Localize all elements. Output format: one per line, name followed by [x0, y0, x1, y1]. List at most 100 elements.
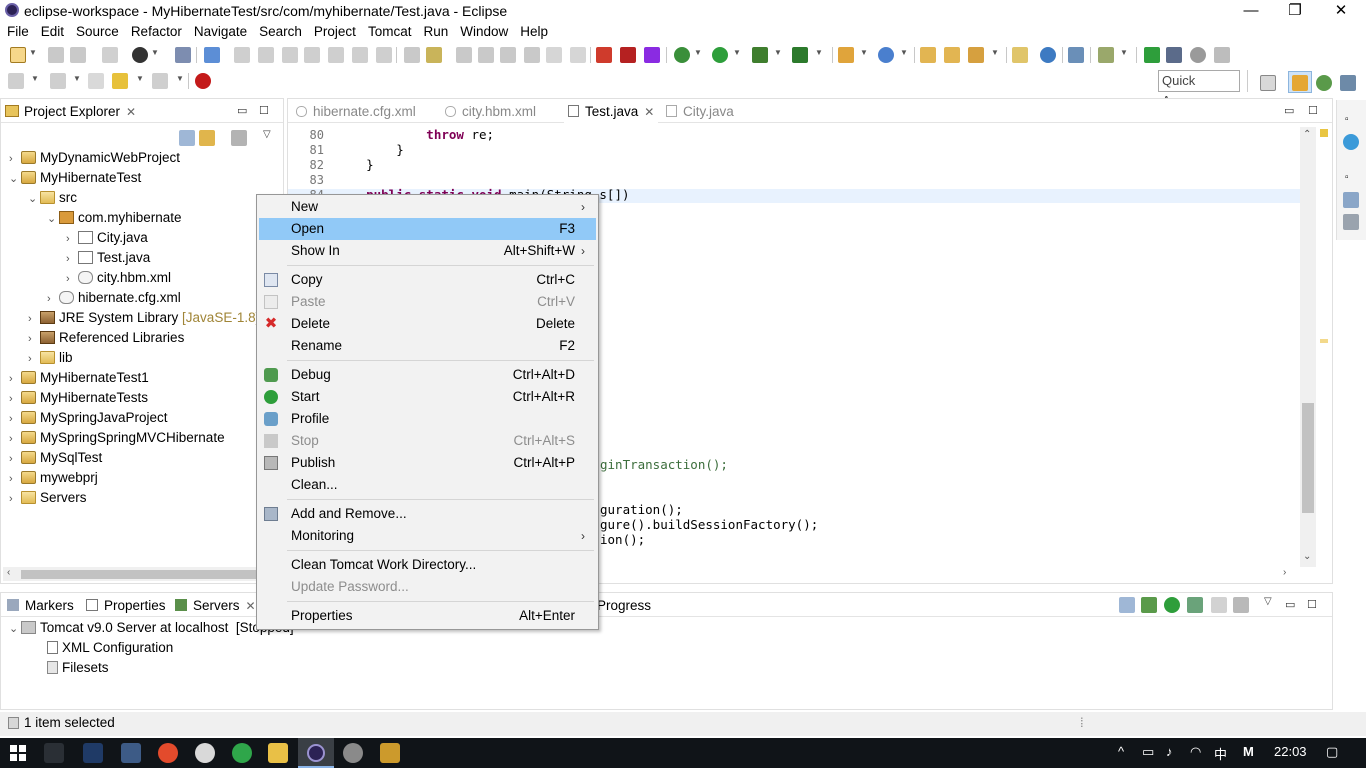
stop-server-icon[interactable] [1211, 597, 1227, 613]
menu-item-monitoring[interactable]: Monitoring › [259, 525, 596, 547]
debug-perspective-icon[interactable] [1316, 75, 1332, 91]
tree-item-lib[interactable]: › lib [28, 348, 73, 368]
code-fragment[interactable]: guration(); [600, 502, 683, 517]
menu-item-clean[interactable]: Clean... [259, 474, 596, 496]
profile-run-icon[interactable] [1166, 47, 1182, 63]
ime-mode-indicator[interactable]: M [1243, 744, 1254, 759]
start-server-icon[interactable] [1164, 597, 1180, 613]
maximize-view-icon[interactable]: ☐ [259, 104, 269, 117]
tomcat-restart-icon[interactable] [644, 47, 660, 63]
minimize-view-icon[interactable]: ▭ [237, 104, 247, 117]
menu-refactor[interactable]: Refactor [124, 22, 187, 42]
last-edit-location-icon[interactable] [88, 73, 104, 89]
redhat-icon[interactable] [195, 73, 211, 89]
menu-item-add-and-remove[interactable]: Add and Remove... [259, 503, 596, 525]
code-fragment[interactable]: gure().buildSessionFactory(); [600, 517, 818, 532]
server-child-xml-configuration[interactable]: XML Configuration [47, 638, 173, 658]
java-perspective-icon[interactable] [1340, 75, 1356, 91]
file-explorer-icon[interactable] [268, 743, 288, 763]
code-line-82[interactable]: } [336, 157, 374, 172]
open-type-icon[interactable] [920, 47, 936, 63]
code-line-81[interactable]: } [336, 142, 404, 157]
next-annotation-icon[interactable] [500, 47, 516, 63]
view-menu-icon[interactable]: ▽ [263, 129, 271, 140]
coverage-icon[interactable] [752, 47, 768, 63]
external-tools-icon[interactable] [792, 47, 808, 63]
collapse-icon[interactable] [1119, 597, 1135, 613]
close-tab-icon[interactable]: ✕ [644, 105, 654, 119]
tab-project-explorer[interactable]: Project Explorer ✕ [5, 103, 136, 121]
stop-process-icon[interactable] [1190, 47, 1206, 63]
action-center-icon[interactable]: ▢ [1326, 744, 1338, 760]
new-server-icon[interactable] [838, 47, 854, 63]
app-green-icon[interactable] [232, 743, 252, 763]
tree-item-src[interactable]: ⌄ src [28, 188, 77, 208]
tree-item-myhibernatetests[interactable]: › MyHibernateTests [9, 388, 148, 408]
restore-view-icon-2[interactable]: ▫ [1345, 172, 1349, 183]
tomcat-start-icon[interactable] [596, 47, 612, 63]
run-icon[interactable] [712, 47, 728, 63]
menu-project[interactable]: Project [307, 22, 361, 42]
scroll-left-icon[interactable]: ‹ [7, 567, 10, 578]
new-icon[interactable] [10, 47, 26, 63]
tree-item-com-myhibernate[interactable]: ⌄ com.myhibernate [47, 208, 182, 228]
menu-source[interactable]: Source [69, 22, 124, 42]
menu-file[interactable]: File [0, 22, 34, 42]
quick-access-field[interactable]: Quick Access [1158, 70, 1240, 108]
battery-icon[interactable]: ▭ [1142, 744, 1154, 760]
editor-vertical-scrollbar[interactable]: ⌃ ⌄ [1300, 127, 1316, 567]
menu-item-publish[interactable]: Publish Ctrl+Alt+P [259, 452, 596, 474]
eclipse-task-button[interactable] [298, 738, 334, 768]
tree-item-mydynamicwebproject[interactable]: › MyDynamicWebProject [9, 148, 180, 168]
maximize-editor-icon[interactable]: ☐ [1308, 104, 1318, 117]
close-tab-icon[interactable]: ✕ [246, 599, 256, 613]
open-perspective-icon[interactable] [1012, 47, 1028, 63]
menu-search[interactable]: Search [252, 22, 307, 42]
bookmarks-view-icon[interactable] [1343, 214, 1359, 230]
server-child-filesets[interactable]: Filesets [47, 658, 109, 678]
overview-ruler-marker-icon[interactable] [1320, 129, 1328, 137]
menu-item-open[interactable]: Open F3 [259, 218, 596, 240]
refactor-icon[interactable] [426, 47, 442, 63]
close-button[interactable]: ✕ [1318, 0, 1364, 22]
view-menu-icon[interactable]: ▽ [1264, 596, 1272, 607]
search-tool-icon[interactable] [968, 47, 984, 63]
save-all-icon[interactable] [70, 47, 86, 63]
menu-item-properties[interactable]: Properties Alt+Enter [259, 605, 596, 627]
menu-tomcat[interactable]: Tomcat [361, 22, 417, 42]
tomcat-stop-icon[interactable] [620, 47, 636, 63]
code-fragment[interactable]: ginTransaction(); [600, 457, 728, 472]
network-icon[interactable]: ◠ [1190, 744, 1201, 760]
show-whitespace-icon[interactable] [570, 47, 586, 63]
app-settings-icon[interactable] [343, 743, 363, 763]
toggle-mark-icon[interactable] [404, 47, 420, 63]
drop-to-frame-icon[interactable] [1214, 47, 1230, 63]
tab-test-java[interactable]: Test.java ✕ [564, 101, 659, 123]
tab-city-java[interactable]: City.java [666, 103, 734, 121]
menu-window[interactable]: Window [453, 22, 513, 42]
menu-run[interactable]: Run [416, 22, 453, 42]
server-icon[interactable] [132, 47, 148, 63]
minimize-button[interactable]: — [1228, 0, 1274, 22]
scrollbar-thumb[interactable] [21, 570, 261, 579]
skip-breakpoints-icon[interactable] [204, 47, 220, 63]
debug-run-icon[interactable] [674, 47, 690, 63]
new-dropdown-icon[interactable]: ▼ [29, 48, 37, 57]
tree-item-myhibernatetest[interactable]: ⌄ MyHibernateTest [9, 168, 141, 188]
minimize-view-icon[interactable]: ▭ [1285, 598, 1295, 611]
annotation-icon[interactable] [456, 47, 472, 63]
tree-item-city-hbm-xml[interactable]: › city.hbm.xml [66, 268, 171, 288]
volume-icon[interactable]: ♪ [1166, 744, 1173, 759]
server-dropdown-icon[interactable]: ▼ [151, 48, 159, 57]
chrome-icon[interactable] [158, 743, 178, 763]
collapse-all-icon[interactable] [179, 130, 195, 146]
scroll-up-icon[interactable]: ⌃ [1303, 129, 1311, 140]
tab-servers[interactable]: Servers ✕ [175, 597, 256, 615]
scroll-down-icon[interactable]: ⌄ [1303, 551, 1311, 562]
menu-item-debug[interactable]: Debug Ctrl+Alt+D [259, 364, 596, 386]
suspend-icon[interactable] [258, 47, 274, 63]
tree-item-hibernate-cfg-xml[interactable]: › hibernate.cfg.xml [47, 288, 181, 308]
print-icon[interactable] [102, 47, 118, 63]
tab-markers[interactable]: Markers [7, 597, 74, 615]
tab-city-hbm-xml[interactable]: city.hbm.xml [445, 103, 536, 121]
